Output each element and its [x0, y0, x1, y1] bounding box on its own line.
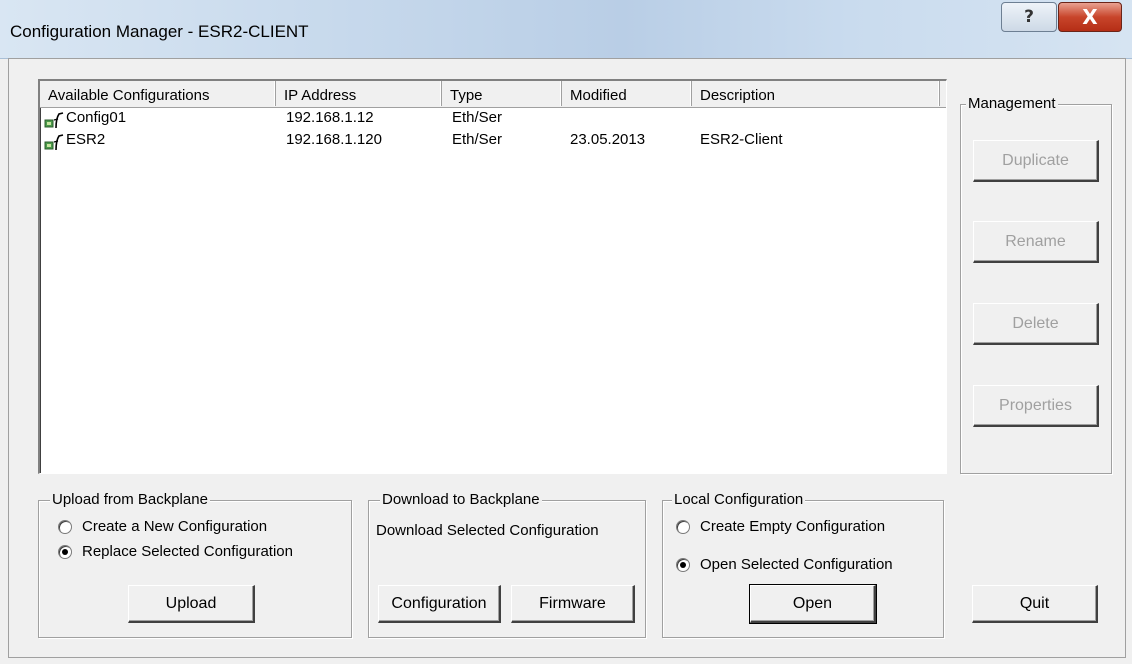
radio-label: Create Empty Configuration [700, 518, 886, 535]
management-legend: Management [966, 95, 1058, 112]
close-button[interactable]: X [1058, 2, 1122, 32]
config-name: Config01 [66, 109, 127, 126]
help-icon: ? [1024, 7, 1034, 27]
upload-button[interactable]: Upload [128, 585, 255, 623]
download-legend: Download to Backplane [380, 491, 542, 508]
config-name: ESR2 [66, 131, 106, 148]
upload-legend: Upload from Backplane [50, 491, 210, 508]
delete-button[interactable]: Delete [973, 303, 1099, 345]
open-selected-configuration-radio[interactable]: Open Selected Configuration [676, 556, 893, 573]
open-button[interactable]: Open [749, 584, 877, 624]
column-description[interactable]: Description [692, 81, 940, 106]
radio-button[interactable] [676, 519, 690, 534]
close-icon: X [1082, 5, 1098, 29]
configuration-icon [44, 134, 64, 151]
column-available-configurations[interactable]: Available Configurations [40, 81, 276, 106]
properties-button[interactable]: Properties [973, 385, 1099, 427]
config-type: Eth/Ser [452, 109, 503, 126]
firmware-button[interactable]: Firmware [511, 585, 635, 623]
config-ip: 192.168.1.12 [286, 109, 374, 126]
rename-button[interactable]: Rename [973, 221, 1099, 263]
window-title: Configuration Manager - ESR2-CLIENT [10, 22, 309, 41]
configuration-button[interactable]: Configuration [378, 585, 501, 623]
radio-label: Create a New Configuration [82, 518, 268, 535]
column-ip-address[interactable]: IP Address [276, 81, 442, 106]
radio-button-checked[interactable] [676, 557, 690, 572]
config-ip: 192.168.1.120 [286, 131, 382, 148]
download-description: Download Selected Configuration [376, 522, 599, 539]
local-configuration-legend: Local Configuration [672, 491, 806, 508]
column-type[interactable]: Type [442, 81, 562, 106]
title-bar[interactable]: Configuration Manager - ESR2-CLIENT ? X [0, 0, 1132, 59]
configuration-icon [44, 112, 64, 129]
table-row[interactable]: ESR2 192.168.1.120 Eth/Ser 23.05.2013 ES… [40, 131, 946, 153]
config-description: ESR2-Client [700, 131, 783, 148]
quit-button[interactable]: Quit [972, 585, 1098, 623]
list-header: Available Configurations IP Address Type… [40, 81, 946, 108]
table-row[interactable]: Config01 192.168.1.12 Eth/Ser [40, 109, 946, 131]
create-empty-configuration-radio[interactable]: Create Empty Configuration [676, 518, 885, 535]
help-button[interactable]: ? [1001, 2, 1057, 32]
column-modified[interactable]: Modified [562, 81, 692, 106]
create-new-configuration-radio[interactable]: Create a New Configuration [58, 518, 267, 535]
duplicate-button[interactable]: Duplicate [973, 140, 1099, 182]
radio-label: Open Selected Configuration [700, 556, 893, 573]
radio-button[interactable] [58, 519, 72, 534]
replace-selected-configuration-radio[interactable]: Replace Selected Configuration [58, 543, 293, 560]
radio-label: Replace Selected Configuration [82, 543, 293, 560]
config-type: Eth/Ser [452, 131, 503, 148]
radio-button-checked[interactable] [58, 544, 72, 559]
configurations-list[interactable]: Available Configurations IP Address Type… [38, 79, 947, 474]
config-modified: 23.05.2013 [570, 131, 646, 148]
